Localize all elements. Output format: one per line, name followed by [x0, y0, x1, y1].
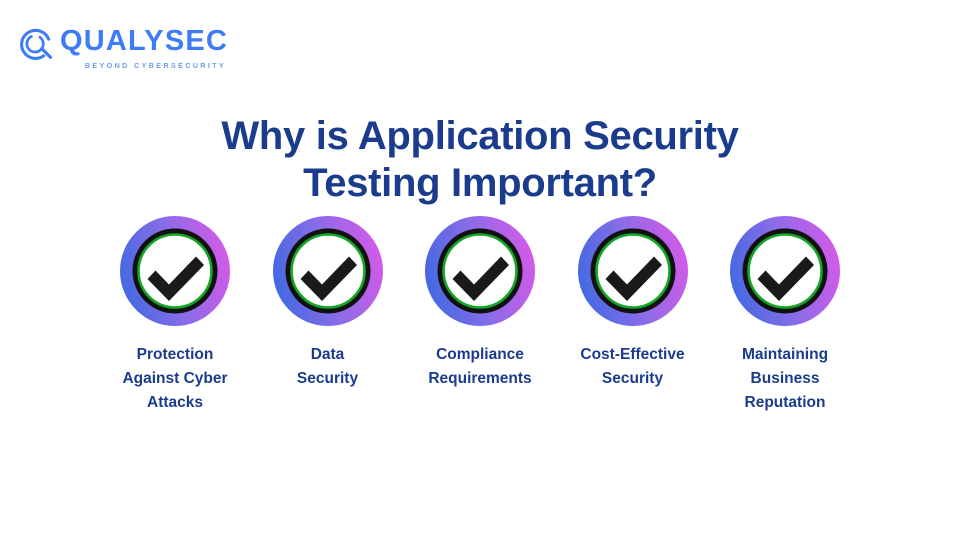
benefit-label: Data Security	[296, 346, 359, 388]
logo-wordmark: QUALYSEC	[60, 25, 229, 57]
logo-tagline: BEYOND CYBERSECURITY	[84, 61, 227, 70]
benefit-card: Cost-Effective Security	[558, 216, 708, 391]
brand-logo[interactable]: QUALYSEC BEYOND CYBERSECURITY	[18, 24, 228, 69]
benefit-label: Protection Against Cyber Attacks	[122, 346, 228, 412]
benefit-label: Compliance Requirements	[428, 346, 532, 388]
page-title: Why is Application Security Testing Impo…	[0, 113, 960, 207]
benefit-label: Maintaining Business Reputation	[741, 346, 829, 412]
green-check-circle-icon	[730, 216, 840, 326]
logo-text-block: QUALYSEC BEYOND CYBERSECURITY	[60, 24, 229, 70]
benefit-label: Cost-Effective Security	[580, 346, 685, 388]
page-title-line-2: Testing Important?	[303, 160, 657, 205]
benefit-card: Data Security	[253, 216, 403, 391]
benefit-card: Protection Against Cyber Attacks	[100, 216, 250, 415]
green-check-circle-icon	[425, 216, 535, 326]
green-check-circle-icon	[272, 216, 383, 326]
benefits-row: Protection Against Cyber Attacks Data Se…	[100, 216, 860, 415]
benefit-card: Compliance Requirements	[405, 216, 555, 391]
qualysec-magnifier-q-icon	[20, 28, 52, 60]
benefit-card: Maintaining Business Reputation	[710, 216, 860, 415]
page-title-line-1: Why is Application Security	[221, 113, 739, 158]
green-check-circle-icon	[577, 216, 688, 326]
green-check-circle-icon	[120, 216, 230, 326]
